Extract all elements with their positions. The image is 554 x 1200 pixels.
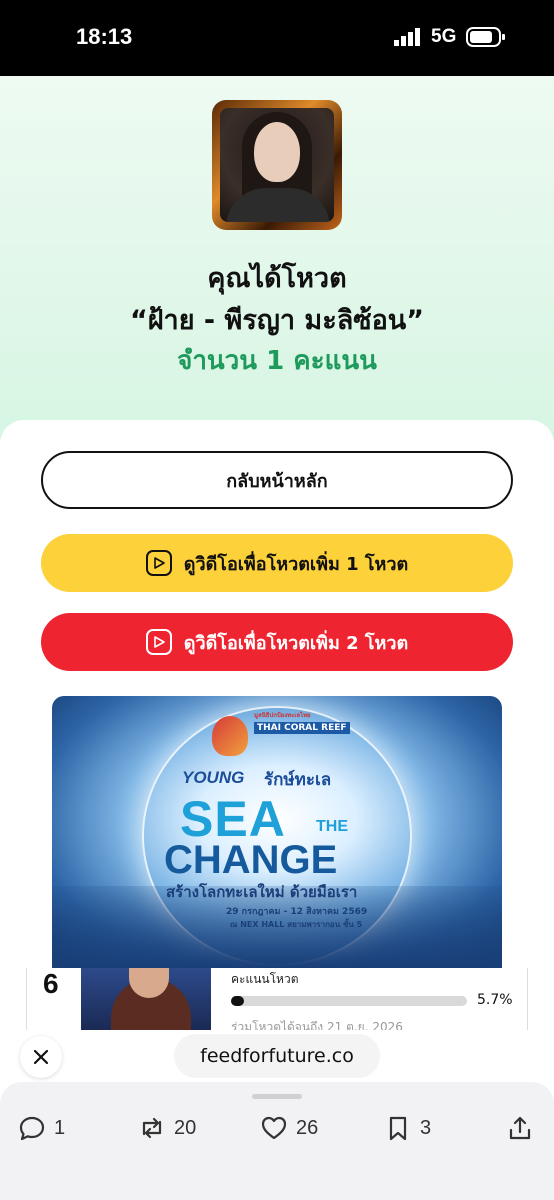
- share-icon: [509, 1116, 531, 1140]
- vote-progress-fill: [231, 996, 245, 1006]
- close-icon: [33, 1049, 49, 1065]
- back-home-button[interactable]: กลับหน้าหลัก: [41, 451, 513, 509]
- banner-young: YOUNG: [182, 768, 245, 787]
- play-icon: [145, 550, 172, 576]
- bookmark-button[interactable]: 3: [384, 1112, 431, 1144]
- bookmark-count: 3: [420, 1116, 432, 1139]
- url-pill[interactable]: feedforfuture.co: [174, 1034, 380, 1078]
- watch-video-2-label: ดูวิดีโอเพื่อโหวตเพิ่ม 2 โหวต: [183, 632, 409, 654]
- candidate-name: “ฝ้าย - พีรญา มะลิซ้อน”: [129, 305, 424, 336]
- thai-coral-reef-logo: [212, 716, 248, 756]
- banner-the-word: THE: [316, 818, 348, 835]
- banner-dates: 29 กรกฎาคม - 12 สิงหาคม 2569: [226, 907, 368, 917]
- repost-count: 20: [174, 1116, 197, 1139]
- heart-icon: [261, 1116, 287, 1140]
- vote-count: จำนวน 1 คะแนน: [177, 346, 377, 376]
- like-count: 26: [296, 1116, 319, 1139]
- reply-icon: [19, 1116, 45, 1141]
- event-banner[interactable]: มูลนิธิปกป้องทะเลไทย THAI CORAL REEF YOU…: [52, 696, 502, 968]
- banner-org-en: THAI CORAL REEF: [254, 722, 350, 734]
- vote-score-label: คะแนนโหวต: [231, 972, 299, 986]
- vote-title: คุณได้โหวต: [207, 263, 347, 294]
- like-button[interactable]: 26: [260, 1112, 318, 1144]
- bookmark-icon: [389, 1116, 407, 1141]
- reply-button[interactable]: 1: [18, 1112, 65, 1144]
- candidate-rank-row[interactable]: 6 คะแนนโหวต 5.7% ร่วมโหวตได้จนถึง 21 ต.ย…: [26, 968, 528, 1030]
- rank-number: 6: [43, 968, 59, 999]
- vote-progress-bar: [231, 996, 467, 1006]
- back-home-label: กลับหน้าหลัก: [226, 470, 328, 492]
- repost-button[interactable]: 20: [138, 1112, 196, 1144]
- banner-slogan: สร้างโลกทะเลใหม่ ด้วยมือเรา: [166, 883, 358, 901]
- close-browser-button[interactable]: [20, 1036, 62, 1078]
- banner-young-th: รักษ์ทะเล: [264, 770, 332, 790]
- banner-change-word: CHANGE: [164, 838, 338, 882]
- reply-count: 1: [54, 1116, 66, 1139]
- share-button[interactable]: [506, 1112, 534, 1144]
- battery-icon: [466, 27, 505, 47]
- banner-org-th: มูลนิธิปกป้องทะเลไทย: [254, 712, 311, 719]
- watch-video-2-votes-button[interactable]: ดูวิดีโอเพื่อโหวตเพิ่ม 2 โหวต: [41, 613, 513, 671]
- candidate-avatar: [212, 100, 342, 230]
- repost-icon: [142, 1117, 162, 1139]
- vote-percent: 5.7%: [477, 992, 513, 1008]
- candidate-thumbnail: [81, 968, 211, 1030]
- watch-video-1-label: ดูวิดีโอเพื่อโหวตเพิ่ม 1 โหวต: [183, 553, 409, 575]
- play-icon: [145, 629, 172, 655]
- banner-venue: ณ NEX HALL สยามพารากอน ชั้น 5: [230, 920, 363, 929]
- vote-deadline: ร่วมโหวตได้จนถึง 21 ต.ย. 2026: [231, 1020, 403, 1030]
- status-time: 18:13: [76, 24, 133, 49]
- signal-icon: [394, 28, 420, 46]
- network-label: 5G: [431, 26, 457, 47]
- url-text: feedforfuture.co: [200, 1045, 354, 1067]
- candidate-photo: [220, 108, 334, 222]
- status-bar: 18:13 5G: [0, 0, 554, 76]
- sheet-handle[interactable]: [252, 1094, 302, 1099]
- watch-video-1-vote-button[interactable]: ดูวิดีโอเพื่อโหวตเพิ่ม 1 โหวต: [41, 534, 513, 592]
